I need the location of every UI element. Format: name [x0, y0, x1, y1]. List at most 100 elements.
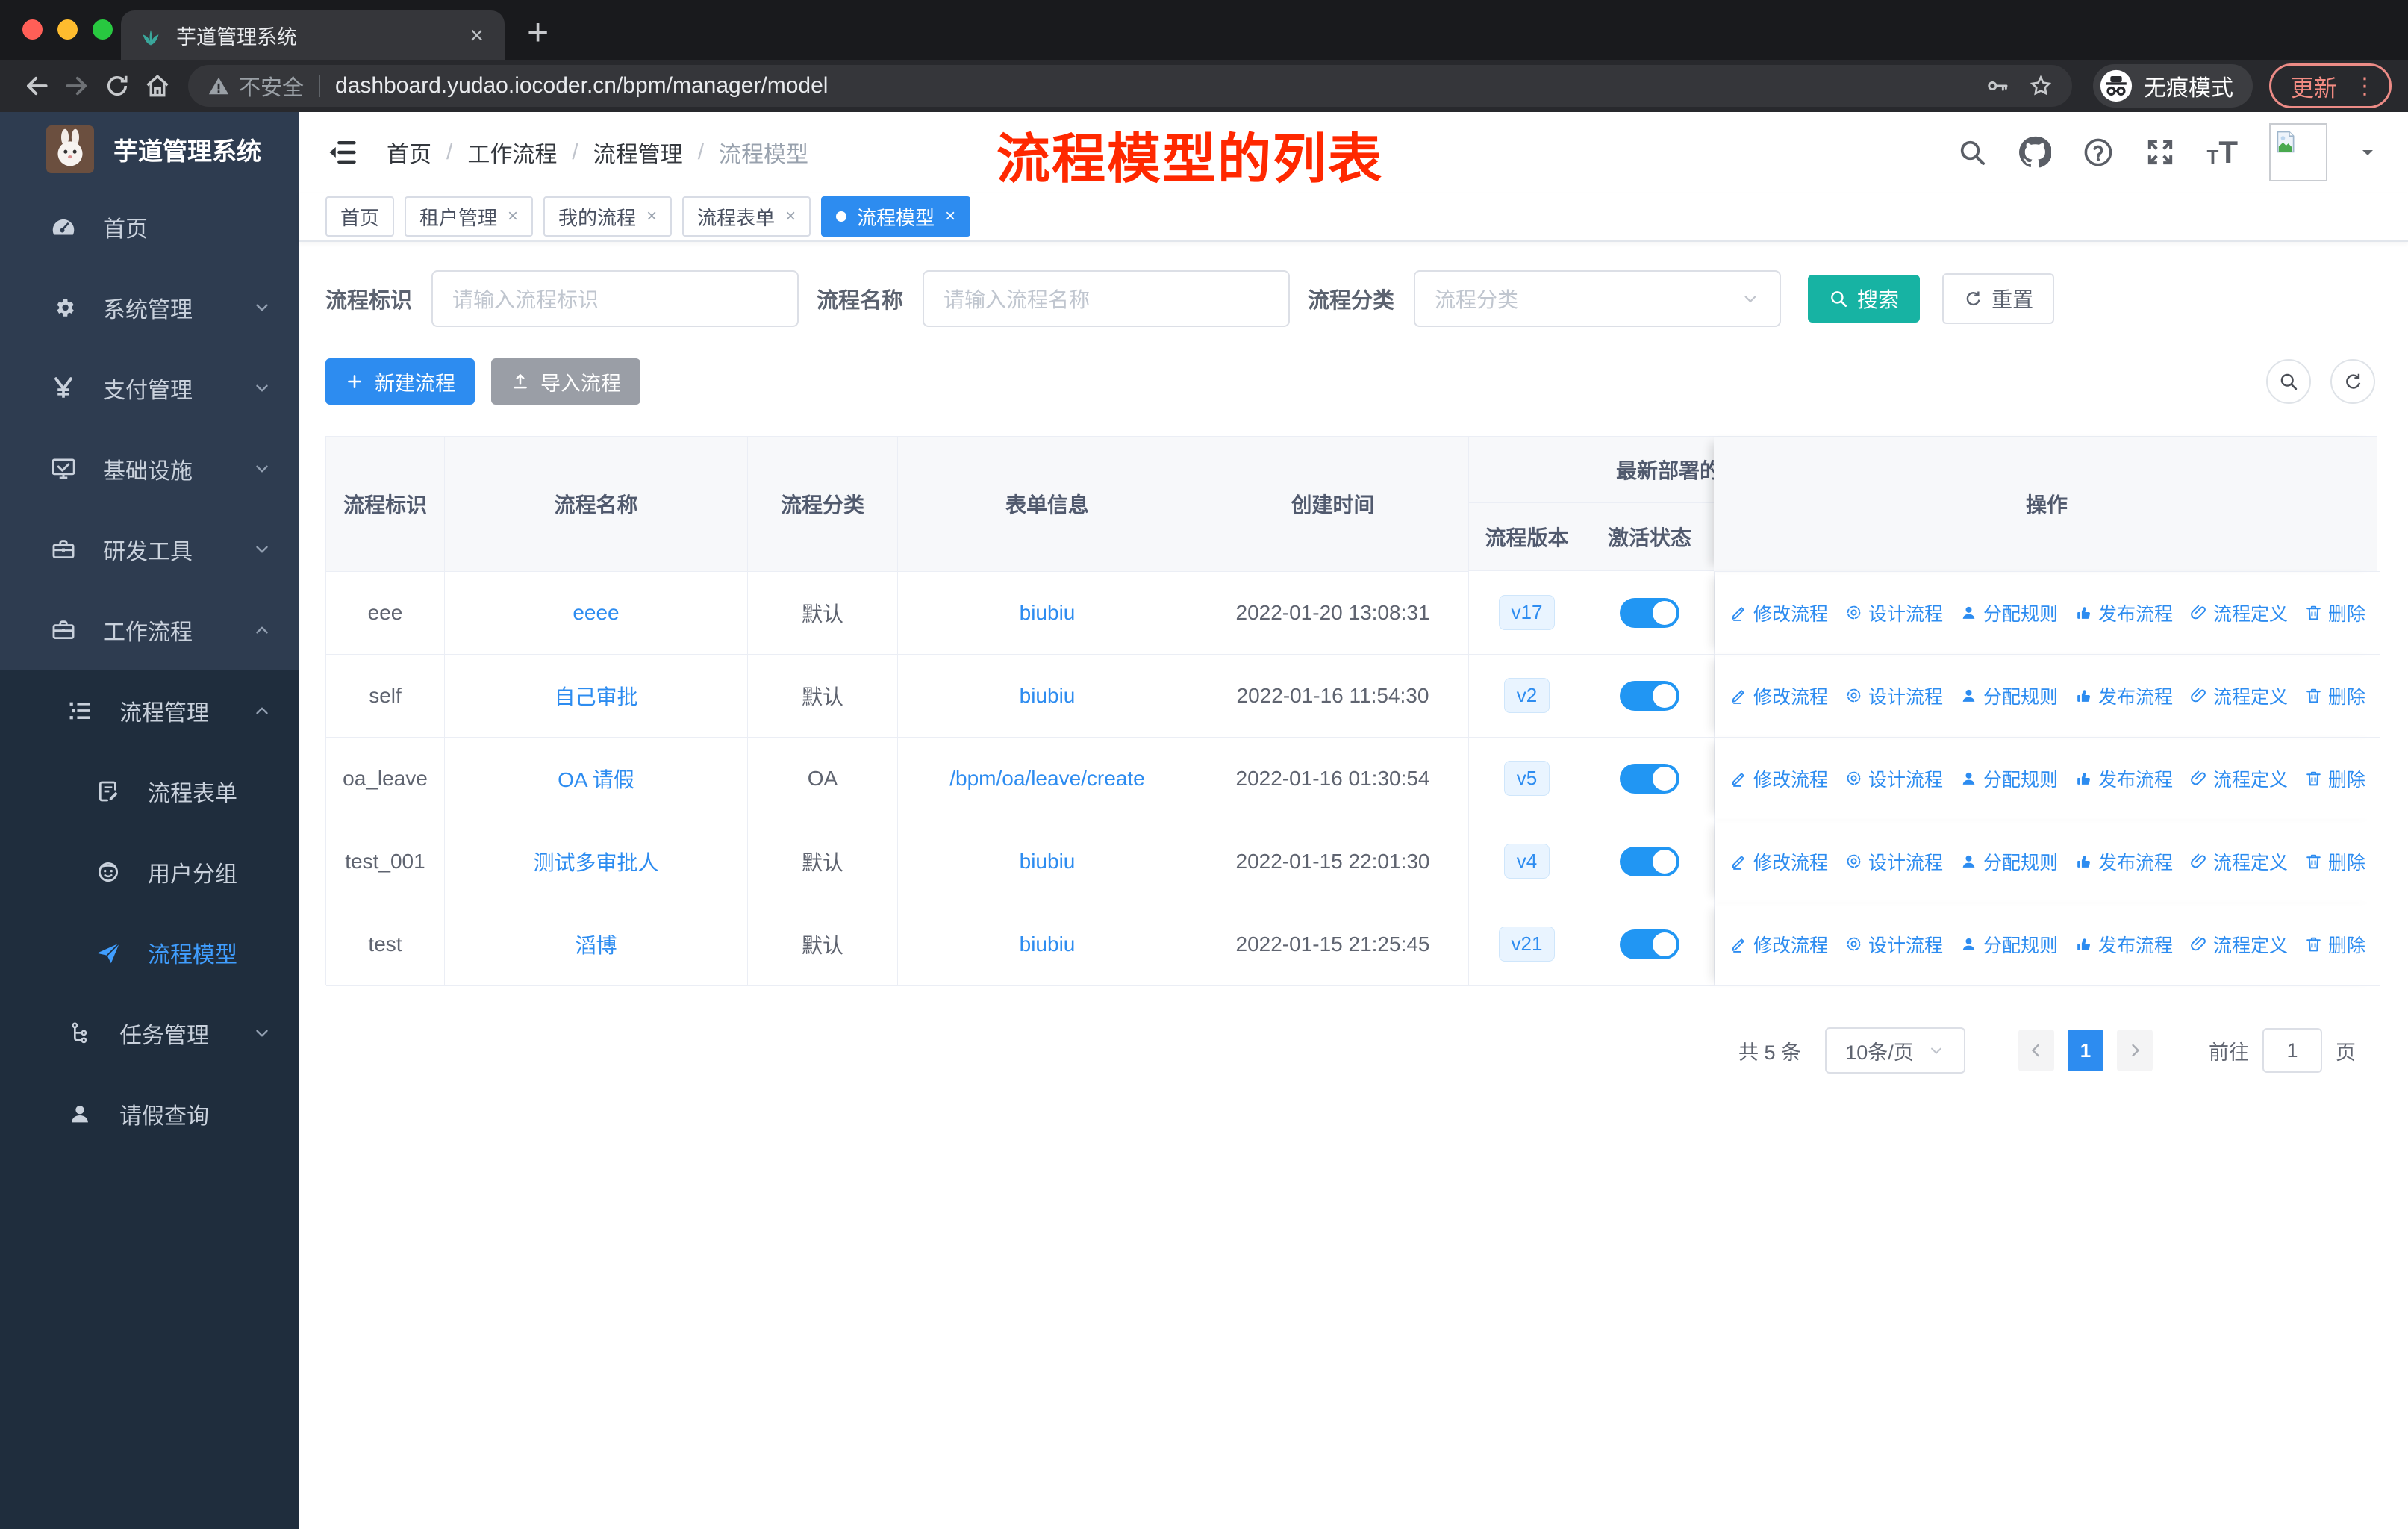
- action-delete[interactable]: 删除: [2304, 765, 2365, 792]
- breadcrumb-item[interactable]: 工作流程: [467, 136, 557, 169]
- page-size-select[interactable]: 10条/页: [1825, 1027, 1965, 1074]
- active-toggle[interactable]: [1620, 929, 1679, 959]
- sidebar-item-infrastructure[interactable]: 基础设施: [0, 429, 299, 509]
- action-modify[interactable]: 修改流程: [1729, 765, 1828, 792]
- close-icon[interactable]: ×: [785, 208, 796, 225]
- new-tab-button[interactable]: +: [527, 13, 549, 51]
- tab-home[interactable]: 首页: [325, 196, 395, 237]
- update-button[interactable]: 更新 ⋮: [2269, 63, 2392, 108]
- goto-page-input[interactable]: 1: [2262, 1028, 2322, 1073]
- close-icon[interactable]: ×: [646, 208, 657, 225]
- avatar-caret-icon[interactable]: [2359, 143, 2377, 161]
- browser-menu-icon[interactable]: ⋮: [2348, 73, 2382, 99]
- forward-icon[interactable]: [57, 66, 97, 106]
- tab-my-process[interactable]: 我的流程 ×: [543, 196, 673, 237]
- form-info-link[interactable]: biubiu: [1020, 684, 1076, 708]
- action-publish[interactable]: 发布流程: [2074, 765, 2173, 792]
- version-badge[interactable]: v5: [1503, 761, 1550, 796]
- process-name-link[interactable]: OA 请假: [558, 764, 634, 794]
- sidebar-item-user-group[interactable]: 用户分组: [0, 832, 299, 912]
- action-design[interactable]: 设计流程: [1844, 600, 1943, 626]
- reset-button[interactable]: 重置: [1942, 273, 2055, 324]
- version-badge[interactable]: v17: [1498, 595, 1556, 630]
- url-bar[interactable]: 不安全 dashboard.yudao.iocoder.cn/bpm/manag…: [188, 65, 2072, 107]
- process-name-link[interactable]: eeee: [573, 601, 619, 625]
- action-publish[interactable]: 发布流程: [2074, 600, 2173, 626]
- url-text[interactable]: dashboard.yudao.iocoder.cn/bpm/manager/m…: [335, 73, 1966, 99]
- active-toggle[interactable]: [1620, 763, 1679, 794]
- process-name-input[interactable]: 请输入流程名称: [923, 270, 1291, 327]
- action-definition[interactable]: 流程定义: [2189, 765, 2288, 792]
- version-badge[interactable]: v2: [1503, 678, 1550, 713]
- action-modify[interactable]: 修改流程: [1729, 600, 1828, 626]
- form-info-link[interactable]: biubiu: [1020, 932, 1076, 956]
- action-design[interactable]: 设计流程: [1844, 682, 1943, 709]
- security-label[interactable]: 不安全: [239, 70, 304, 102]
- close-icon[interactable]: ×: [508, 208, 518, 225]
- action-publish[interactable]: 发布流程: [2074, 931, 2173, 958]
- tab-process-model[interactable]: 流程模型 ×: [821, 196, 971, 237]
- action-delete[interactable]: 删除: [2304, 848, 2365, 875]
- action-assign-rules[interactable]: 分配规则: [1959, 682, 2058, 709]
- window-zoom-button[interactable]: [93, 19, 113, 40]
- form-info-link[interactable]: biubiu: [1020, 601, 1076, 625]
- create-process-button[interactable]: 新建流程: [325, 358, 475, 405]
- active-toggle[interactable]: [1620, 680, 1679, 711]
- process-name-link[interactable]: 滔博: [575, 929, 617, 959]
- font-size-icon[interactable]: TT: [2206, 137, 2238, 168]
- action-definition[interactable]: 流程定义: [2189, 682, 2288, 709]
- action-publish[interactable]: 发布流程: [2074, 682, 2173, 709]
- sidebar-item-process-form[interactable]: 流程表单: [0, 751, 299, 832]
- sidebar-item-home[interactable]: 首页: [0, 187, 299, 267]
- form-info-link[interactable]: /bpm/oa/leave/create: [949, 767, 1145, 791]
- fullscreen-icon[interactable]: [2145, 137, 2175, 167]
- active-toggle[interactable]: [1620, 846, 1679, 876]
- action-assign-rules[interactable]: 分配规则: [1959, 931, 2058, 958]
- sidebar-item-leave-query[interactable]: 请假查询: [0, 1074, 299, 1154]
- github-icon[interactable]: [2018, 136, 2052, 169]
- active-toggle[interactable]: [1620, 597, 1679, 628]
- import-process-button[interactable]: 导入流程: [491, 358, 640, 405]
- refresh-icon[interactable]: [2330, 359, 2375, 404]
- sidebar-item-dev-tools[interactable]: 研发工具: [0, 509, 299, 590]
- sidebar-logo[interactable]: 芋道管理系统: [0, 112, 299, 187]
- next-page-button[interactable]: [2117, 1030, 2153, 1071]
- show-search-icon[interactable]: [2266, 359, 2311, 404]
- action-design[interactable]: 设计流程: [1844, 765, 1943, 792]
- prev-page-button[interactable]: [2018, 1030, 2054, 1071]
- action-design[interactable]: 设计流程: [1844, 848, 1943, 875]
- action-publish[interactable]: 发布流程: [2074, 848, 2173, 875]
- search-button[interactable]: 搜索: [1808, 275, 1921, 323]
- action-delete[interactable]: 删除: [2304, 931, 2365, 958]
- action-modify[interactable]: 修改流程: [1729, 682, 1828, 709]
- avatar[interactable]: [2269, 123, 2327, 181]
- form-info-link[interactable]: biubiu: [1020, 850, 1076, 874]
- action-modify[interactable]: 修改流程: [1729, 848, 1828, 875]
- process-name-link[interactable]: 测试多审批人: [533, 847, 658, 876]
- close-icon[interactable]: ×: [945, 208, 955, 225]
- reload-icon[interactable]: [97, 66, 137, 106]
- sidebar-item-system-management[interactable]: 系统管理: [0, 267, 299, 348]
- sidebar-item-payment-management[interactable]: 支付管理: [0, 348, 299, 429]
- action-definition[interactable]: 流程定义: [2189, 600, 2288, 626]
- home-icon[interactable]: [137, 66, 178, 106]
- search-icon[interactable]: [1957, 137, 1987, 167]
- sidebar-item-process-model[interactable]: 流程模型: [0, 912, 299, 993]
- process-name-link[interactable]: 自己审批: [554, 681, 637, 711]
- action-definition[interactable]: 流程定义: [2189, 931, 2288, 958]
- tab-tenant-management[interactable]: 租户管理 ×: [405, 196, 534, 237]
- action-design[interactable]: 设计流程: [1844, 931, 1943, 958]
- breadcrumb-item[interactable]: 流程管理: [593, 136, 683, 169]
- tab-close-icon[interactable]: ×: [465, 22, 488, 49]
- sidebar-item-process-management[interactable]: 流程管理: [0, 670, 299, 751]
- breadcrumb-item[interactable]: 首页: [387, 136, 431, 169]
- action-assign-rules[interactable]: 分配规则: [1959, 600, 2058, 626]
- back-icon[interactable]: [16, 66, 57, 106]
- window-minimize-button[interactable]: [57, 19, 78, 40]
- sidebar-item-task-management[interactable]: 任务管理: [0, 993, 299, 1074]
- action-modify[interactable]: 修改流程: [1729, 931, 1828, 958]
- sidebar-fold-icon[interactable]: [325, 136, 358, 169]
- action-assign-rules[interactable]: 分配规则: [1959, 765, 2058, 792]
- page-1-button[interactable]: 1: [2068, 1030, 2103, 1071]
- bookmark-star-icon[interactable]: [2029, 74, 2053, 98]
